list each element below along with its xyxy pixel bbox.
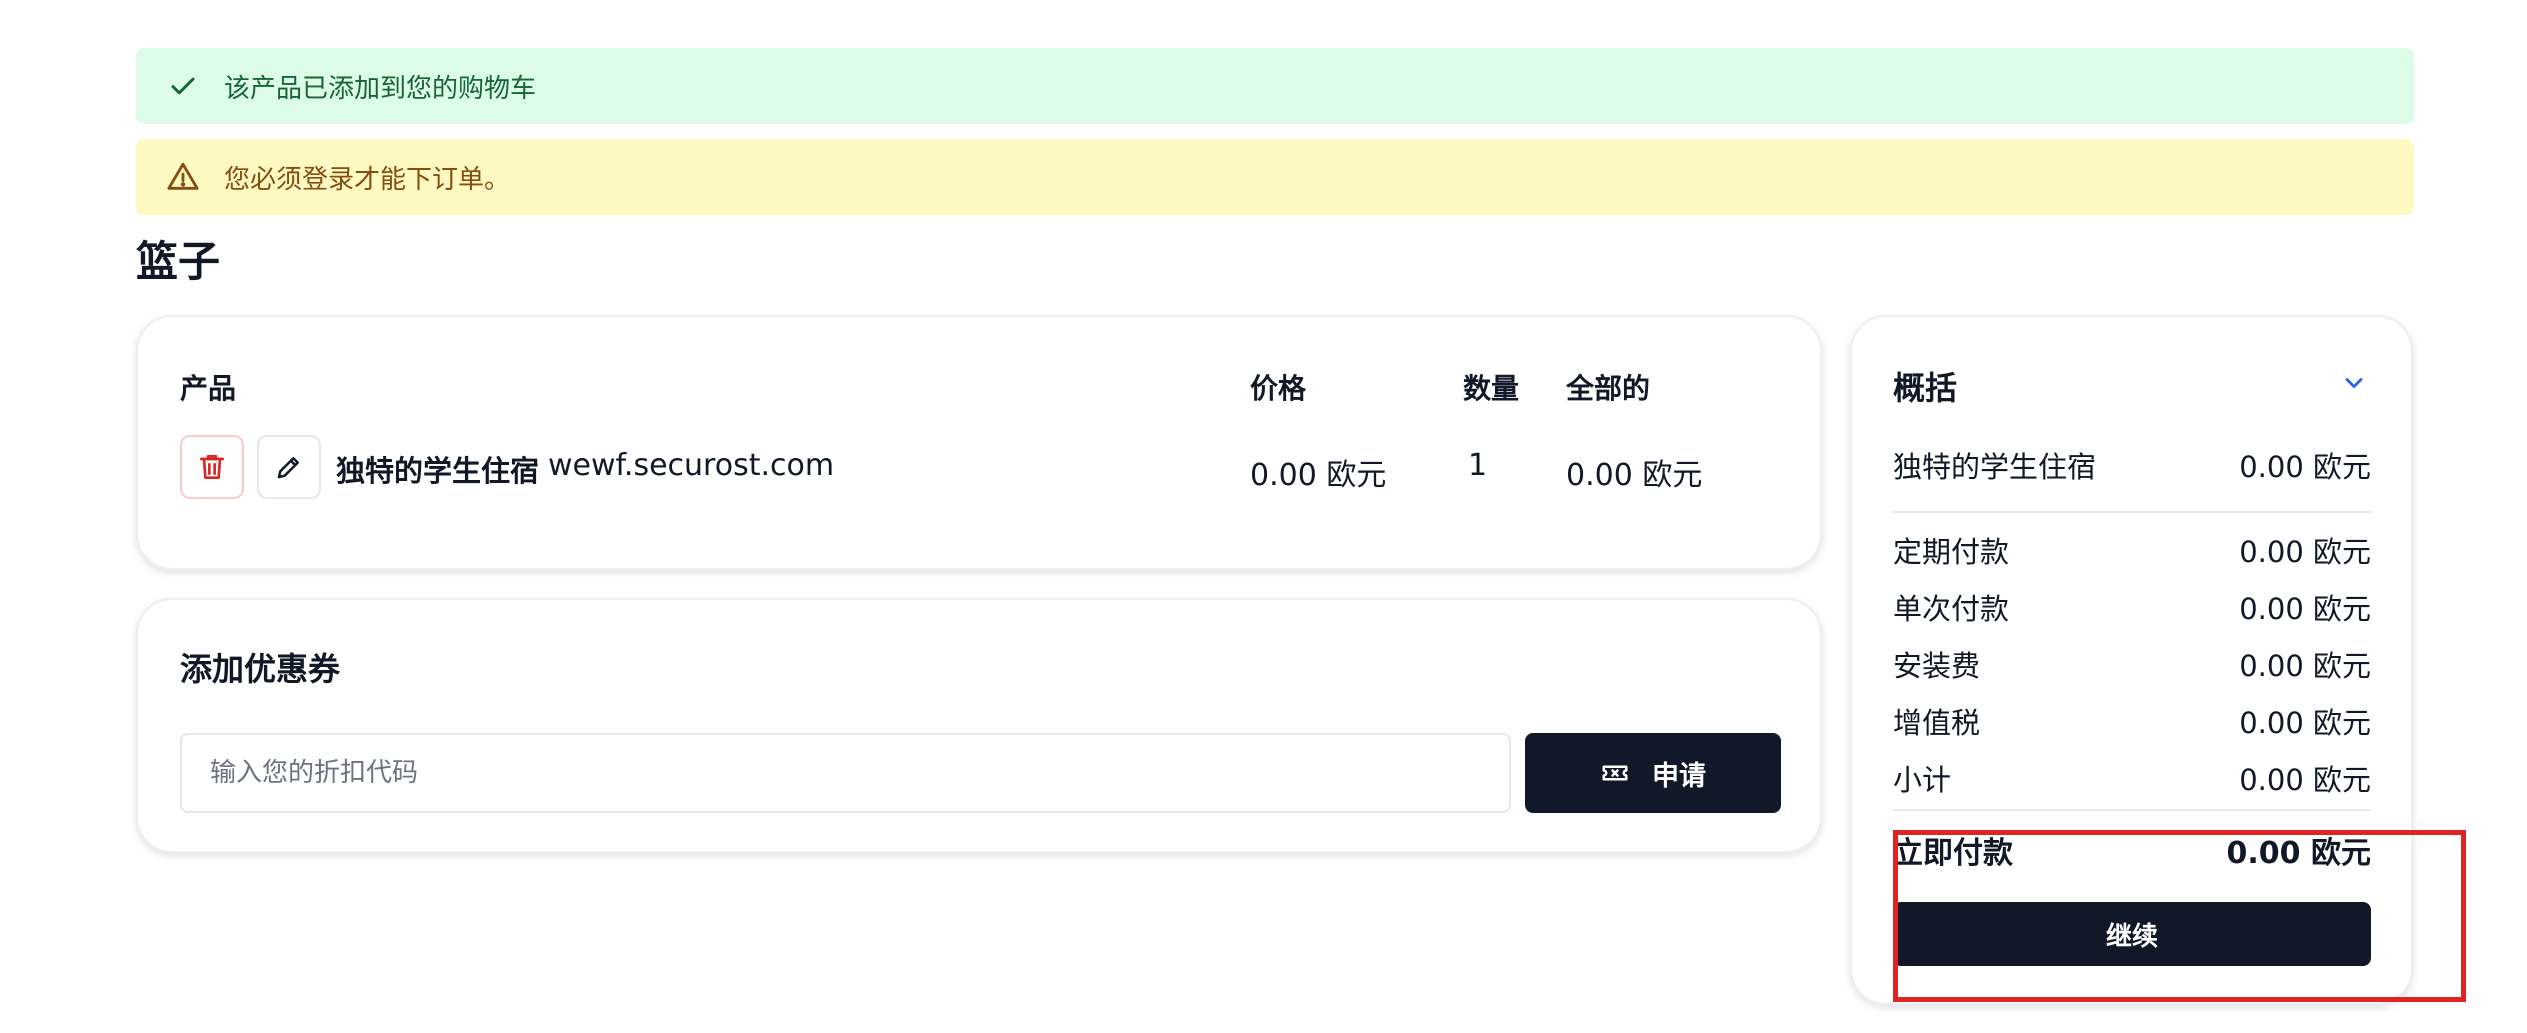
coupon-code-input[interactable]	[180, 733, 1511, 813]
warning-alert-text: 您必须登录才能下订单。	[224, 164, 511, 195]
check-icon	[166, 69, 200, 103]
summary-row-label: 小计	[1893, 763, 1952, 797]
continue-button[interactable]: 继续	[1893, 902, 2371, 966]
summary-title: 概括	[1893, 369, 1958, 407]
summary-row-one-time: 单次付款 0.00 欧元	[1893, 586, 2371, 628]
warning-triangle-icon	[166, 160, 200, 194]
summary-row-label: 定期付款	[1893, 535, 2010, 569]
coupon-card: 添加优惠券 申请	[136, 598, 1822, 853]
summary-total-row: 立即付款 0.00 欧元	[1893, 828, 2371, 872]
item-domain: wewf.securost.com	[548, 448, 835, 483]
summary-item-label: 独特的学生住宿	[1893, 450, 2097, 484]
summary-item-value: 0.00 欧元	[2239, 450, 2371, 484]
success-alert: 该产品已添加到您的购物车	[136, 48, 2414, 124]
summary-row-value: 0.00 欧元	[2239, 535, 2371, 569]
pencil-icon	[277, 457, 299, 479]
price-column-header: 价格	[1250, 372, 1307, 405]
basket-card: 产品 价格 数量 全部的 独特的学生住宿 wewf.securost.com 0…	[136, 315, 1822, 570]
summary-row-setup-fee: 安装费 0.00 欧元	[1893, 643, 2371, 685]
summary-card: 概括 独特的学生住宿 0.00 欧元 定期付款 0.00 欧元 单次付款 0.0…	[1850, 315, 2413, 1005]
summary-row-recurring: 定期付款 0.00 欧元	[1893, 529, 2371, 571]
summary-total-value: 0.00 欧元	[2226, 836, 2371, 871]
success-alert-text: 该产品已添加到您的购物车	[224, 73, 537, 104]
divider	[1893, 511, 2371, 513]
summary-total-label: 立即付款	[1893, 836, 2013, 871]
apply-button-label: 申请	[1652, 760, 1706, 792]
coupon-title: 添加优惠券	[180, 650, 341, 688]
edit-item-button[interactable]	[257, 435, 321, 499]
trash-icon	[200, 455, 224, 479]
total-column-header: 全部的	[1566, 372, 1651, 405]
summary-row-vat: 增值税 0.00 欧元	[1893, 700, 2371, 742]
item-total: 0.00 欧元	[1566, 458, 1703, 493]
warning-alert: 您必须登录才能下订单。	[136, 139, 2414, 215]
summary-row-label: 安装费	[1893, 649, 1981, 683]
ticket-icon	[1602, 765, 1628, 781]
delete-item-button[interactable]	[180, 435, 244, 499]
apply-coupon-button[interactable]: 申请	[1525, 733, 1781, 813]
item-quantity: 1	[1468, 448, 1488, 483]
summary-item-row: 独特的学生住宿 0.00 欧元	[1893, 444, 2371, 486]
summary-row-subtotal: 小计 0.00 欧元	[1893, 757, 2371, 799]
summary-row-label: 单次付款	[1893, 592, 2010, 626]
summary-row-label: 增值税	[1893, 706, 1981, 740]
item-name: 独特的学生住宿	[336, 454, 540, 488]
product-column-header: 产品	[180, 372, 237, 405]
summary-row-value: 0.00 欧元	[2239, 649, 2371, 683]
summary-row-value: 0.00 欧元	[2239, 763, 2371, 797]
quantity-column-header: 数量	[1463, 372, 1520, 405]
summary-row-value: 0.00 欧元	[2239, 706, 2371, 740]
item-price: 0.00 欧元	[1250, 458, 1387, 493]
summary-row-value: 0.00 欧元	[2239, 592, 2371, 626]
chevron-down-icon[interactable]	[2340, 369, 2368, 397]
page-title: 篮子	[136, 237, 221, 286]
divider	[1893, 809, 2371, 811]
